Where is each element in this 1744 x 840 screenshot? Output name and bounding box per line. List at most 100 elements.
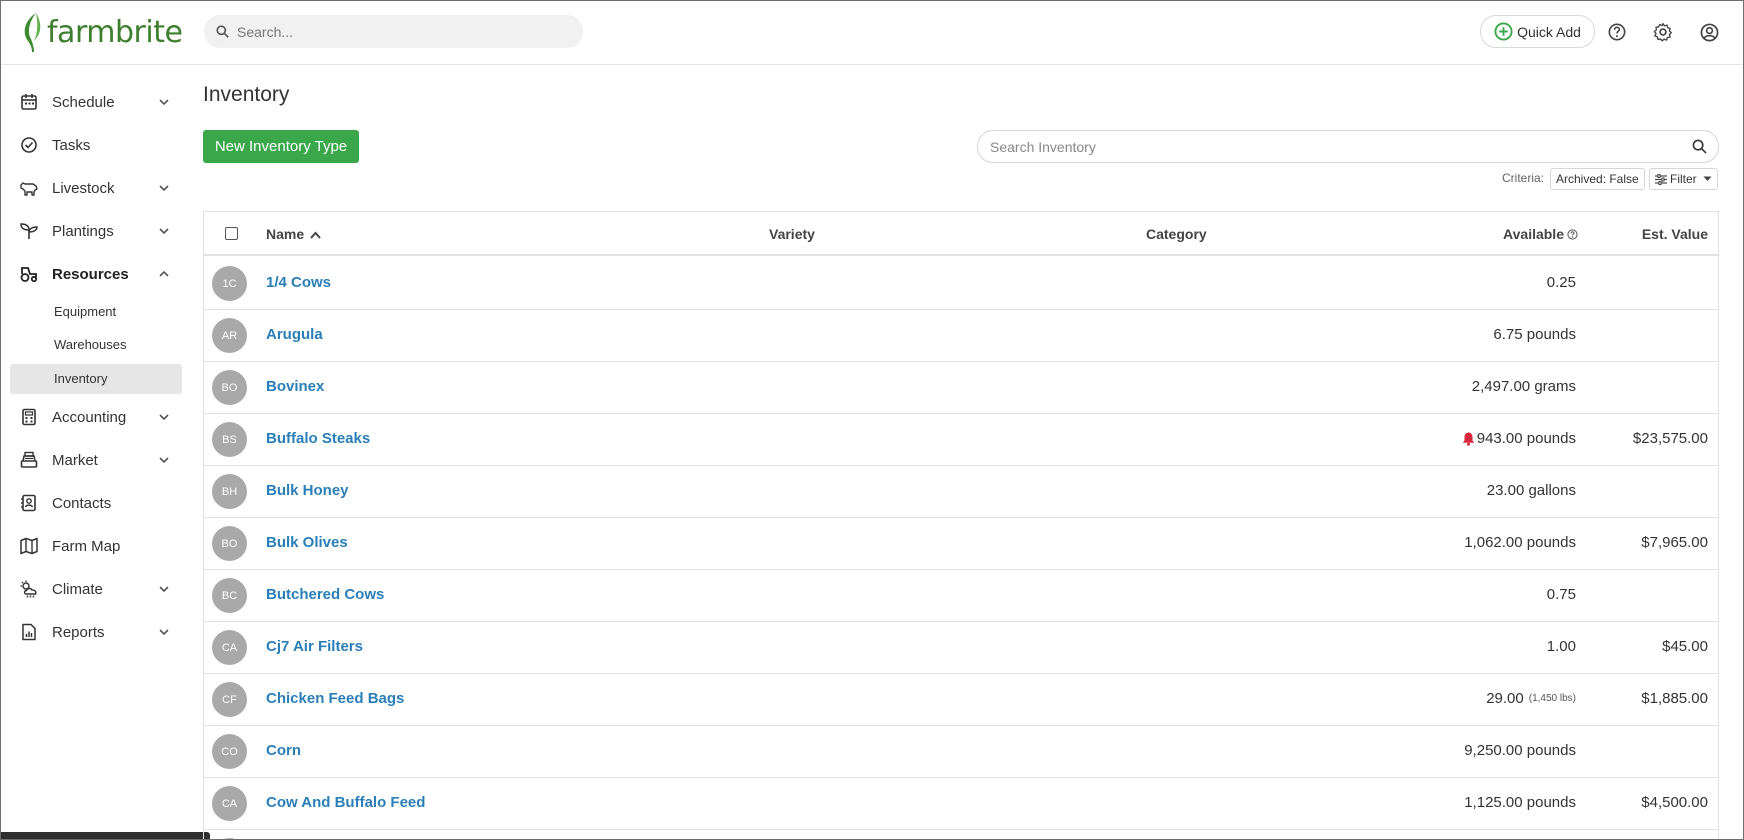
sidebar-subitem-label: Inventory xyxy=(54,371,108,386)
sidebar-item-schedule[interactable]: Schedule xyxy=(10,85,182,119)
farmbrite-logo[interactable]: farmbrite xyxy=(22,10,183,54)
table-header: Name Variety Category Available Est. Val… xyxy=(204,212,1718,256)
table-row[interactable]: BO Bulk Olives 1,062.00 pounds $7,965.00 xyxy=(204,518,1718,570)
item-available-value: 1,062.00 pounds xyxy=(1464,534,1576,551)
help-icon[interactable] xyxy=(1567,228,1578,240)
sidebar-item-plantings[interactable]: Plantings xyxy=(10,214,182,248)
sidebar-item-accounting[interactable]: Accounting xyxy=(10,400,182,434)
sidebar-item-climate[interactable]: Climate xyxy=(10,572,182,606)
table-row[interactable] xyxy=(204,830,1718,840)
item-name-link[interactable]: Cow And Buffalo Feed xyxy=(266,794,425,811)
inventory-search-input[interactable] xyxy=(990,138,1670,155)
new-inventory-type-button[interactable]: New Inventory Type xyxy=(203,130,359,163)
sidebar-item-tasks[interactable]: Tasks xyxy=(10,128,182,162)
sidebar: Schedule Tasks Livestock Plantings Resou… xyxy=(0,66,190,840)
table-row[interactable]: CA Cj7 Air Filters 1.00 $45.00 xyxy=(204,622,1718,674)
contacts-icon xyxy=(21,494,36,512)
filter-button[interactable]: Filter xyxy=(1649,168,1718,190)
table-row[interactable]: CF Chicken Feed Bags 29.00 (1,450 lbs) $1,88… xyxy=(204,674,1718,726)
item-available: 2,497.00 grams xyxy=(1472,378,1576,395)
logo-text: farmbrite xyxy=(47,14,183,50)
item-available: 29.00 (1,450 lbs) xyxy=(1486,690,1576,707)
item-available: 1,125.00 pounds xyxy=(1464,794,1576,811)
chevron-down-icon[interactable] xyxy=(158,225,170,237)
item-est-value: $4,500.00 xyxy=(1641,794,1708,811)
quick-add-button[interactable]: Quick Add xyxy=(1480,15,1595,48)
global-search[interactable] xyxy=(204,15,583,48)
item-name-link[interactable]: Buffalo Steaks xyxy=(266,430,370,447)
sidebar-item-resources[interactable]: Resources xyxy=(10,257,182,291)
sidebar-item-contacts[interactable]: Contacts xyxy=(10,486,182,520)
calendar-icon xyxy=(21,94,37,110)
sidebar-item-label: Contacts xyxy=(52,494,112,512)
item-avatar: CA xyxy=(212,786,247,821)
user-icon[interactable] xyxy=(1697,20,1721,44)
item-available-value: 0.25 xyxy=(1546,274,1576,291)
item-available-value: 9,250.00 pounds xyxy=(1464,742,1576,759)
caret-down-icon xyxy=(1703,176,1712,181)
table-row[interactable]: BS Buffalo Steaks 943.00 pounds $23,575.00 xyxy=(204,414,1718,466)
item-name-link[interactable]: Butchered Cows xyxy=(266,586,384,603)
sidebar-item-label: Reports xyxy=(52,623,105,641)
global-search-input[interactable] xyxy=(237,23,557,40)
inventory-search[interactable] xyxy=(977,130,1719,163)
table-row[interactable]: AR Arugula 6.75 pounds xyxy=(204,310,1718,362)
item-available: 23.00 gallons xyxy=(1487,482,1576,499)
sidebar-subitem-equipment[interactable]: Equipment xyxy=(10,297,182,327)
chevron-down-icon[interactable] xyxy=(158,182,170,194)
sidebar-subitem-inventory[interactable]: Inventory xyxy=(10,364,182,394)
cow-icon xyxy=(20,182,38,196)
page-title: Inventory xyxy=(203,83,290,106)
table-row[interactable]: BC Butchered Cows 0.75 xyxy=(204,570,1718,622)
item-avatar: 1C xyxy=(212,266,247,301)
chevron-down-icon[interactable] xyxy=(158,96,170,108)
chevron-up-icon[interactable] xyxy=(158,268,170,280)
criteria-chip-archived[interactable]: Archived: False xyxy=(1550,168,1645,190)
sidebar-subitem-label: Equipment xyxy=(54,304,117,319)
sidebar-item-farm-map[interactable]: Farm Map xyxy=(10,529,182,563)
item-name-link[interactable]: Bulk Olives xyxy=(266,534,348,551)
search-icon[interactable] xyxy=(1692,139,1707,154)
criteria-label: Criteria: xyxy=(1502,171,1545,185)
help-icon[interactable] xyxy=(1605,20,1629,44)
item-avatar: BO xyxy=(212,370,247,405)
item-available-value: 2,497.00 grams xyxy=(1471,378,1576,395)
table-row[interactable]: BH Bulk Honey 23.00 gallons xyxy=(204,466,1718,518)
sidebar-item-label: Accounting xyxy=(52,408,127,426)
table-row[interactable]: BO Bovinex 2,497.00 grams xyxy=(204,362,1718,414)
column-header-category[interactable]: Category xyxy=(1146,226,1207,242)
sidebar-item-label: Tasks xyxy=(52,136,91,154)
chevron-down-icon[interactable] xyxy=(158,411,170,423)
item-available: 1.00 xyxy=(1547,638,1576,655)
item-avatar: AR xyxy=(212,318,247,353)
item-name-link[interactable]: Arugula xyxy=(266,326,323,343)
item-name-link[interactable]: Cj7 Air Filters xyxy=(266,638,363,655)
item-name-link[interactable]: Chicken Feed Bags xyxy=(266,690,404,707)
item-name-link[interactable]: Corn xyxy=(266,742,301,759)
tractor-icon xyxy=(20,267,38,283)
sidebar-subitem-warehouses[interactable]: Warehouses xyxy=(10,330,182,360)
sidebar-item-label: Farm Map xyxy=(52,537,121,555)
low-stock-alert-icon xyxy=(1462,432,1474,446)
table-row[interactable]: CA Cow And Buffalo Feed 1,125.00 pounds $4,… xyxy=(204,778,1718,830)
sidebar-item-reports[interactable]: Reports xyxy=(10,615,182,649)
chevron-down-icon[interactable] xyxy=(158,454,170,466)
column-header-variety[interactable]: Variety xyxy=(769,226,815,242)
table-row[interactable]: CO Corn 9,250.00 pounds xyxy=(204,726,1718,778)
column-header-label: Available xyxy=(1503,226,1564,242)
item-name-link[interactable]: Bovinex xyxy=(266,378,324,395)
column-header-est-value[interactable]: Est. Value xyxy=(1642,226,1708,242)
item-name-link[interactable]: 1/4 Cows xyxy=(266,274,331,291)
sidebar-item-livestock[interactable]: Livestock xyxy=(10,171,182,205)
sort-ascending-icon xyxy=(310,231,321,239)
select-all-checkbox[interactable] xyxy=(225,227,238,240)
gear-icon[interactable] xyxy=(1651,20,1675,44)
sidebar-item-market[interactable]: Market xyxy=(10,443,182,477)
table-row[interactable]: 1C 1/4 Cows 0.25 xyxy=(204,258,1718,310)
chevron-down-icon[interactable] xyxy=(158,583,170,595)
item-name-link[interactable]: Bulk Honey xyxy=(266,482,349,499)
chevron-down-icon[interactable] xyxy=(158,626,170,638)
column-header-available[interactable]: Available xyxy=(1503,226,1578,242)
column-header-name[interactable]: Name xyxy=(266,226,321,242)
sliders-icon xyxy=(1655,173,1667,185)
